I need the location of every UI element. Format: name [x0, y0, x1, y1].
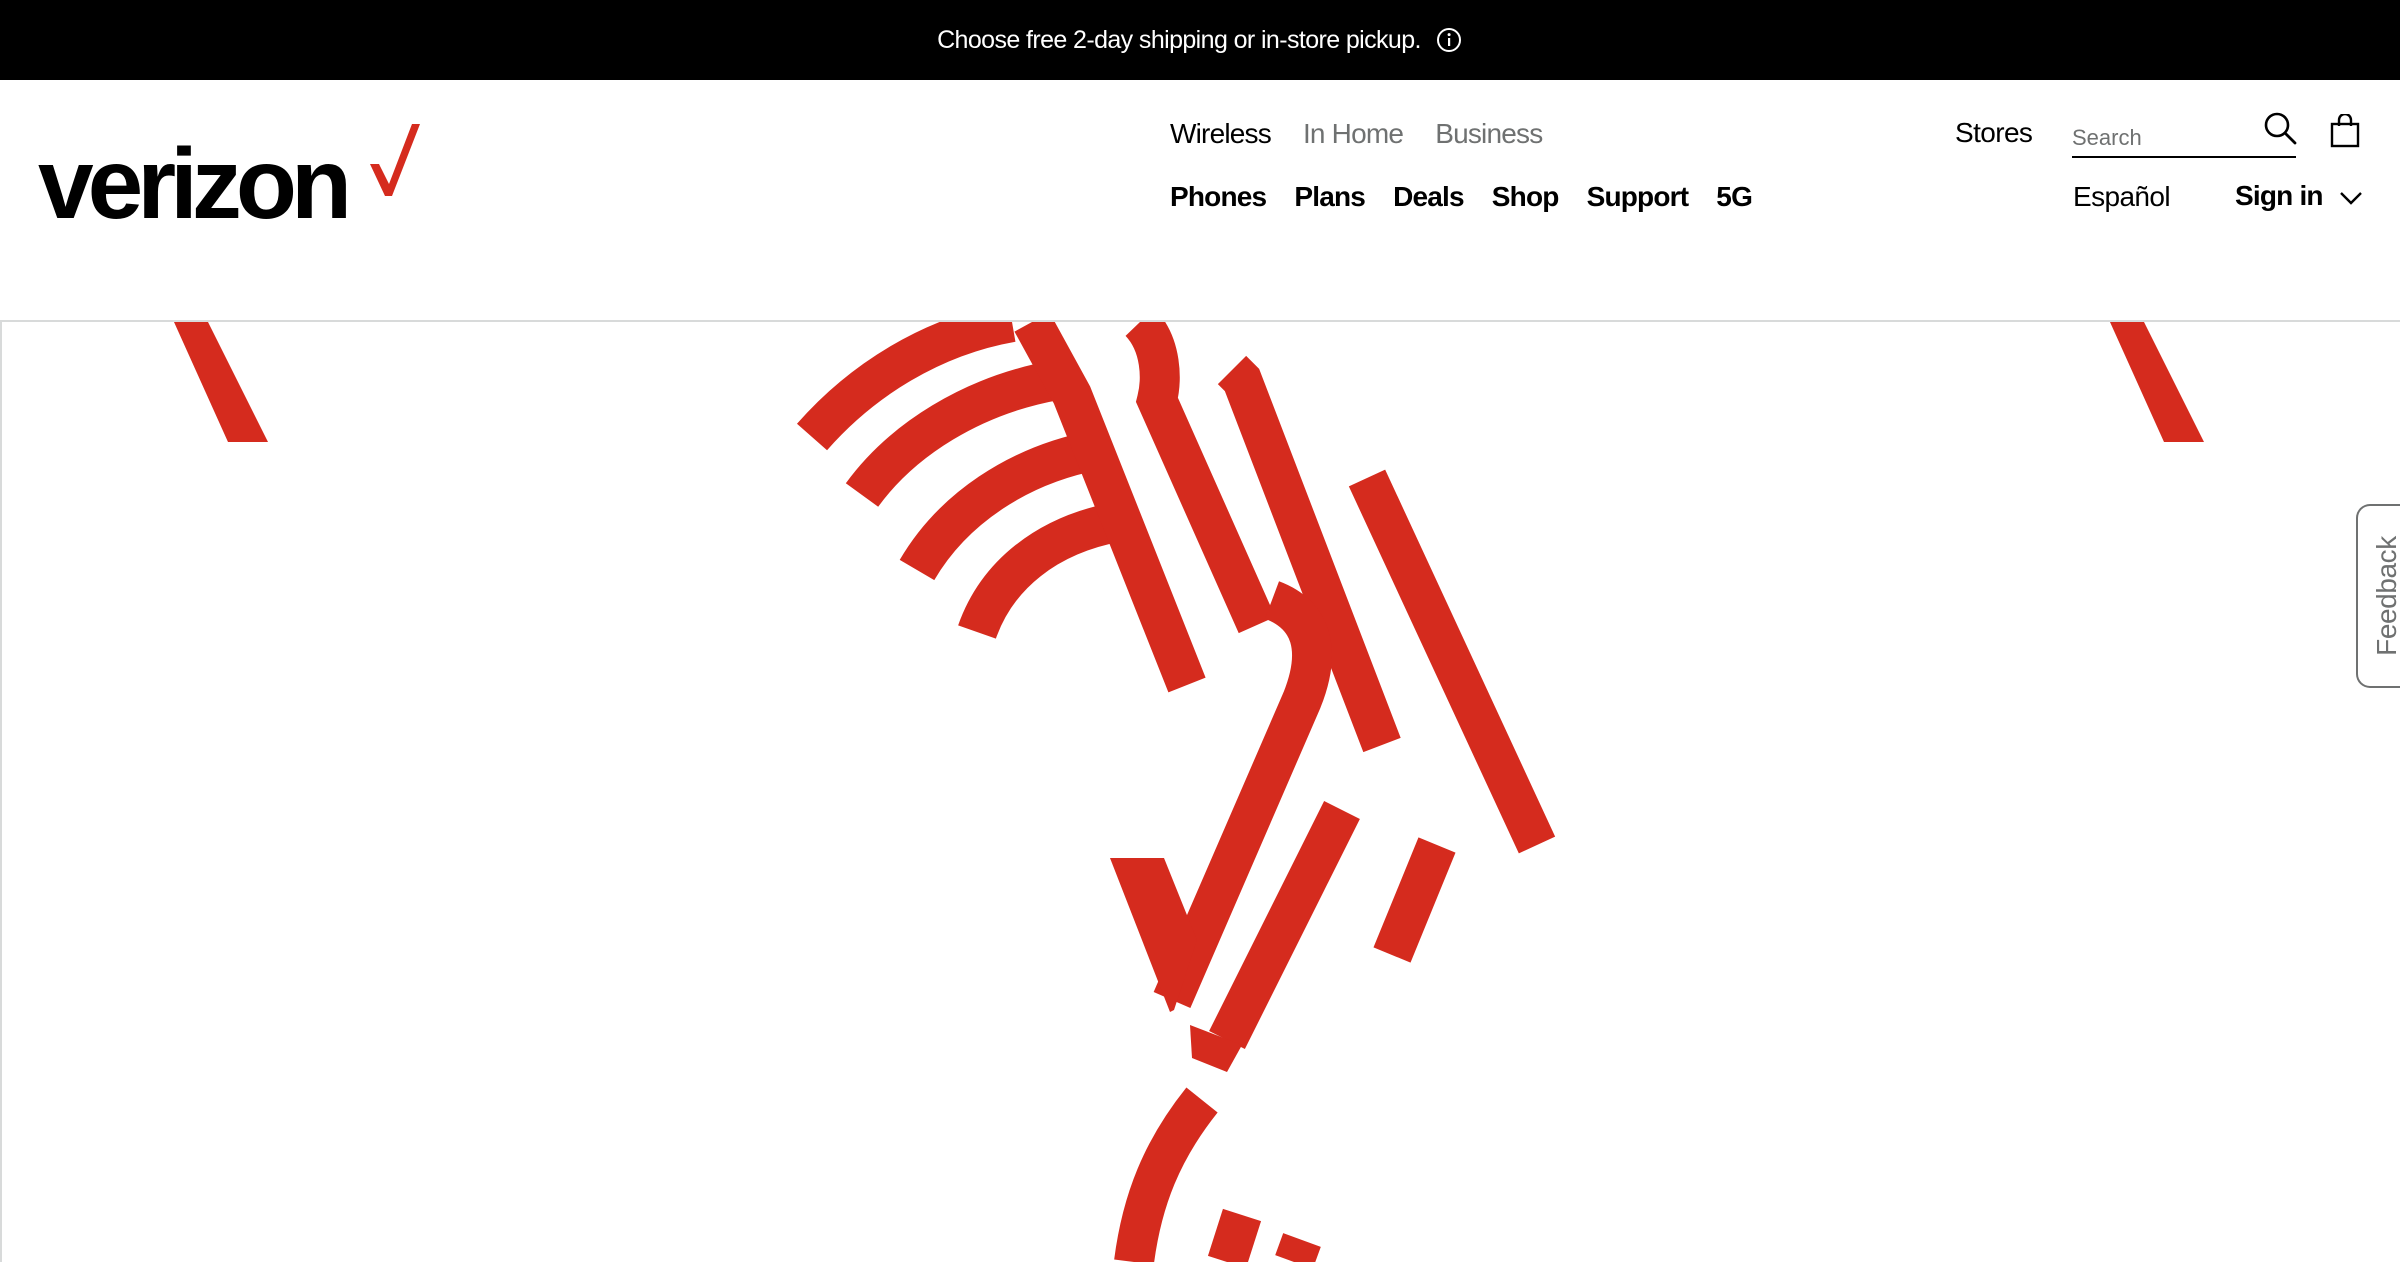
nav-shop[interactable]: Shop [1492, 181, 1560, 213]
nav-in-home[interactable]: In Home [1303, 118, 1404, 150]
shopping-bag-icon[interactable] [2330, 114, 2360, 148]
search-icon[interactable] [2262, 110, 2298, 146]
hero-arc [958, 502, 1122, 640]
main-nav: Phones Plans Deals Shop Support 5G [1170, 181, 1753, 213]
nav-support[interactable]: Support [1587, 181, 1690, 213]
logo-wordmark: verizon [38, 128, 352, 240]
nav-phones[interactable]: Phones [1170, 181, 1267, 213]
promo-text: Choose free 2-day shipping or in-store p… [937, 25, 1421, 54]
hero-stripe [1207, 1208, 1262, 1262]
info-icon[interactable] [1435, 26, 1463, 54]
search-input[interactable] [2072, 122, 2242, 154]
hero-stripe [174, 322, 268, 442]
signin-menu[interactable]: Sign in [2235, 180, 2363, 212]
nav-plans[interactable]: Plans [1294, 181, 1366, 213]
nav-5g[interactable]: 5G [1716, 181, 1753, 213]
logo-checkmark-icon [370, 124, 420, 196]
hero-banner [0, 322, 2400, 1262]
stores-link[interactable]: Stores [1955, 117, 2033, 149]
segment-nav: Wireless In Home Business [1170, 118, 1543, 150]
hero-stripe-artwork [174, 322, 2204, 1262]
hero-stripe [2110, 322, 2204, 442]
nav-deals[interactable]: Deals [1393, 181, 1465, 213]
hero-stripe [1275, 1233, 1321, 1262]
nav-wireless[interactable]: Wireless [1170, 118, 1272, 150]
search-box [2072, 112, 2297, 158]
site-header: verizon Wireless In Home Business Phones… [0, 80, 2400, 322]
hero-arc [1114, 1087, 1218, 1262]
verizon-logo[interactable]: verizon [38, 124, 420, 234]
language-toggle[interactable]: Español [2073, 181, 2171, 213]
nav-business[interactable]: Business [1435, 118, 1543, 150]
hero-stripe [1348, 469, 1556, 854]
hero-stripe [1373, 837, 1456, 963]
promo-bar: Choose free 2-day shipping or in-store p… [0, 0, 2400, 80]
feedback-label: Feedback [2371, 536, 2400, 656]
signin-label: Sign in [2235, 180, 2324, 211]
chevron-down-icon [2339, 192, 2362, 205]
feedback-tab[interactable]: Feedback [2356, 504, 2400, 688]
